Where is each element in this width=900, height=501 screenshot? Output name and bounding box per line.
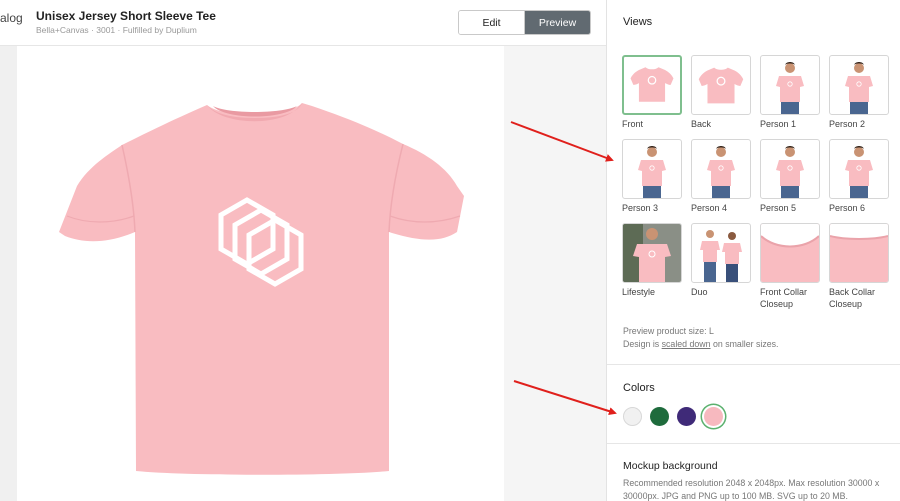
color-swatch-purple[interactable]: [677, 407, 696, 426]
view-label: Back Collar Closeup: [829, 287, 876, 309]
preview-size-note: Preview product size: L Design is scaled…: [623, 325, 778, 351]
view-thumbnail[interactable]: [622, 55, 682, 115]
view-option-person-5[interactable]: Person 5: [760, 139, 820, 214]
view-thumbnail[interactable]: [691, 55, 751, 115]
view-label: Person 2: [829, 119, 866, 129]
colors-heading: Colors: [623, 382, 655, 394]
mode-toggle: Edit Preview: [458, 10, 591, 35]
view-label: Duo: [691, 287, 708, 297]
mockup-background-heading: Mockup background: [623, 460, 718, 472]
divider: [607, 443, 900, 444]
product-title: Unisex Jersey Short Sleeve Tee: [36, 9, 216, 23]
preview-size-text: Preview product size: L: [623, 326, 714, 336]
view-option-person-1[interactable]: Person 1: [760, 55, 820, 130]
mockup-preview: [17, 46, 504, 501]
view-label: Front: [622, 119, 644, 129]
view-thumbnail[interactable]: [760, 55, 820, 115]
view-option-back-collar-closeup[interactable]: Back Collar Closeup: [829, 223, 889, 310]
scale-note-prefix: Design is: [623, 339, 662, 349]
edit-button[interactable]: Edit: [459, 11, 525, 34]
tshirt-body: [59, 103, 464, 475]
view-label: Person 5: [760, 203, 797, 213]
product-subtitle: Bella+Canvas · 3001 · Fulfilled by Dupli…: [36, 25, 197, 35]
mockup-background-description: Recommended resolution 2048 x 2048px. Ma…: [623, 478, 880, 501]
view-option-person-3[interactable]: Person 3: [622, 139, 682, 214]
view-label: Person 6: [829, 203, 866, 213]
view-thumbnail[interactable]: [691, 139, 751, 199]
view-label: Front Collar Closeup: [760, 287, 808, 309]
catalog-breadcrumb[interactable]: alog: [0, 11, 23, 25]
view-option-duo[interactable]: Duo: [691, 223, 751, 298]
color-swatches: [623, 407, 723, 426]
scaled-down-link[interactable]: scaled down: [662, 339, 711, 349]
view-option-back[interactable]: Back: [691, 55, 751, 130]
scale-note-suffix: on smaller sizes.: [710, 339, 779, 349]
scale-note: Design is scaled down on smaller sizes.: [623, 338, 778, 351]
view-thumbnail[interactable]: [622, 223, 682, 283]
color-swatch-green[interactable]: [650, 407, 669, 426]
options-panel: Views Front Back Person 1 Person 2 Perso…: [606, 0, 900, 501]
view-option-person-6[interactable]: Person 6: [829, 139, 889, 214]
color-swatch-white[interactable]: [623, 407, 642, 426]
preview-canvas-area: [0, 46, 606, 501]
view-thumbnail[interactable]: [829, 139, 889, 199]
preview-button[interactable]: Preview: [525, 11, 590, 34]
view-label: Back: [691, 119, 712, 129]
top-bar: alog Unisex Jersey Short Sleeve Tee Bell…: [0, 0, 606, 46]
view-thumbnail[interactable]: [760, 223, 820, 283]
view-thumbnail[interactable]: [691, 223, 751, 283]
views-heading: Views: [623, 16, 653, 28]
color-swatch-pink[interactable]: [704, 407, 723, 426]
view-option-front-collar-closeup[interactable]: Front Collar Closeup: [760, 223, 820, 310]
left-gutter: [0, 46, 17, 501]
view-option-person-4[interactable]: Person 4: [691, 139, 751, 214]
view-thumbnail[interactable]: [760, 139, 820, 199]
view-option-front[interactable]: Front: [622, 55, 682, 130]
view-thumbnail[interactable]: [622, 139, 682, 199]
view-label: Lifestyle: [622, 287, 656, 297]
view-label: Person 4: [691, 203, 728, 213]
view-thumbnail[interactable]: [829, 223, 889, 283]
view-option-person-2[interactable]: Person 2: [829, 55, 889, 130]
view-label: Person 3: [622, 203, 659, 213]
tshirt-mockup-image: [59, 103, 464, 475]
view-label: Person 1: [760, 119, 797, 129]
divider: [607, 364, 900, 365]
view-thumbnail[interactable]: [829, 55, 889, 115]
view-option-lifestyle[interactable]: Lifestyle: [622, 223, 682, 298]
